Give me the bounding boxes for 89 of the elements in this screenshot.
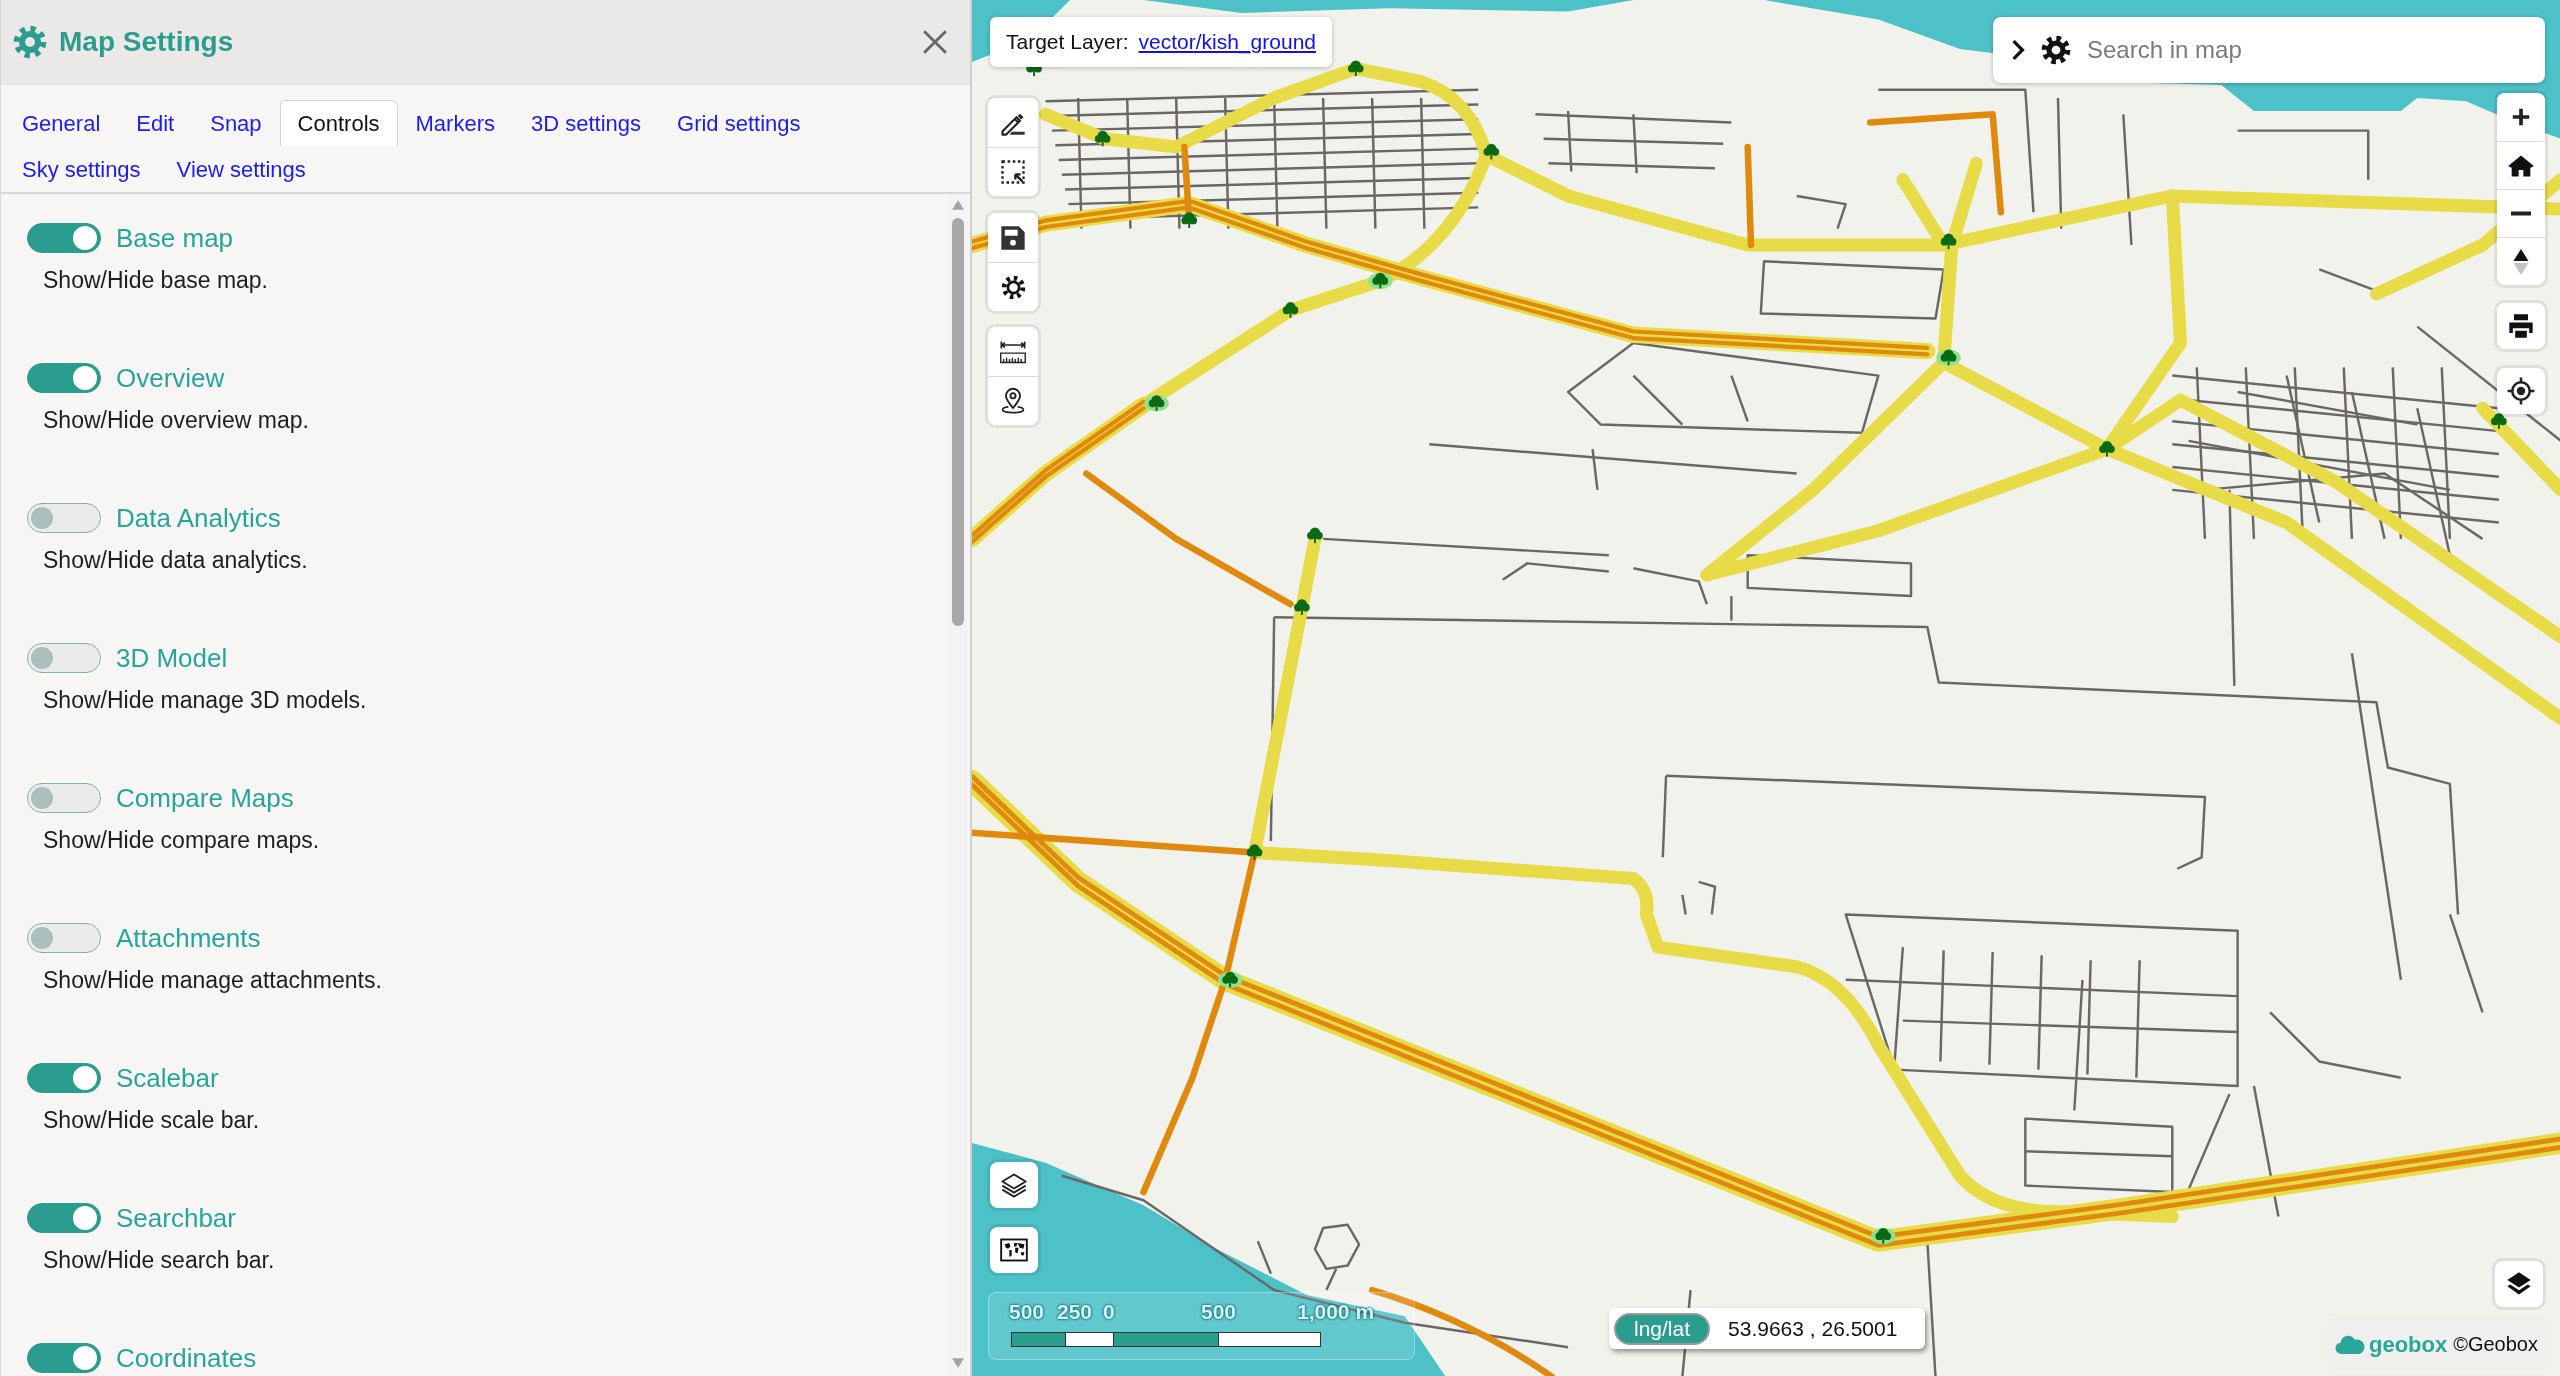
toggle-switch[interactable] <box>27 1203 101 1233</box>
toggle-switch[interactable] <box>27 643 101 673</box>
panel-title: Map Settings <box>59 25 235 59</box>
toggle-switch[interactable] <box>27 223 101 253</box>
search-input[interactable]: Search in map <box>2087 30 2533 70</box>
toggle-switch[interactable] <box>27 923 101 953</box>
toggle-description: Show/Hide overview map. <box>43 407 309 433</box>
scrollbar-thumb[interactable] <box>952 218 964 626</box>
layers-button[interactable] <box>990 1162 1038 1208</box>
tree-icon <box>1940 233 1957 250</box>
toggle-description: Show/Hide search bar. <box>43 1247 275 1273</box>
tree-icon <box>2099 440 2115 457</box>
tree-icon <box>2491 413 2507 429</box>
toggle-label: 3D Model <box>116 643 228 673</box>
scale-label: 500 <box>1201 1300 1237 1324</box>
logo-text: geobox <box>2368 1331 2448 1358</box>
crosshair-icon[interactable] <box>2507 377 2535 405</box>
tree-icon <box>1217 971 1243 988</box>
toggle-description: Show/Hide compare maps. <box>43 827 320 853</box>
tree-icon <box>1246 844 1263 860</box>
toggle-label: Attachments <box>116 923 261 953</box>
tab[interactable]: Snap <box>192 100 280 146</box>
map-pin-icon[interactable] <box>999 387 1027 415</box>
settings-icon[interactable] <box>2041 35 2071 65</box>
tree-icon <box>1871 1228 1896 1245</box>
target-layer-link[interactable]: vector/kish_ground <box>1138 30 1316 54</box>
coordinates-value: 53.9663 , 26.5001 <box>1728 1316 1898 1341</box>
tree-icon <box>1282 302 1299 318</box>
toggle-switch[interactable] <box>27 1343 101 1373</box>
settings-icon[interactable] <box>1000 274 1026 300</box>
tab[interactable]: Markers <box>397 100 513 146</box>
compass-button[interactable] <box>2497 237 2545 285</box>
basemap-button[interactable] <box>990 1227 1038 1273</box>
tab[interactable]: Grid settings <box>659 100 819 146</box>
world-map-icon[interactable] <box>1000 1236 1028 1264</box>
tab[interactable]: Controls <box>279 100 398 146</box>
search-field[interactable]: Search in map <box>1993 17 2545 83</box>
toggle-label: Scalebar <box>116 1063 219 1093</box>
toggle-description: Show/Hide manage 3D models. <box>43 687 367 713</box>
toggle-description: Show/Hide scale bar. <box>43 1107 260 1133</box>
toggle-label: Compare Maps <box>116 783 294 813</box>
tab[interactable]: View settings <box>158 146 324 192</box>
save-icon[interactable] <box>999 223 1027 252</box>
tree-icon <box>1094 130 1111 147</box>
tree-icon <box>1294 599 1310 615</box>
target-layer-label: Target Layer: <box>1006 30 1129 54</box>
settings-button[interactable] <box>988 262 1038 311</box>
tree-icon <box>1181 212 1198 228</box>
toggle-description: Show/Hide data analytics. <box>43 547 308 573</box>
close-icon[interactable] <box>922 29 948 55</box>
tree-icon <box>1307 527 1323 544</box>
toggle-switch[interactable] <box>27 363 101 393</box>
plus-icon[interactable] <box>2510 106 2532 128</box>
toggle-label: Base map <box>116 223 234 253</box>
toggle-switch[interactable] <box>27 1063 101 1093</box>
layers-icon[interactable] <box>1000 1171 1028 1199</box>
toggle-label: Searchbar <box>116 1203 236 1233</box>
printer-icon[interactable] <box>2507 312 2535 340</box>
tab[interactable]: General <box>4 100 119 146</box>
toggle-label: Data Analytics <box>116 503 281 533</box>
layer-switcher-button[interactable] <box>2495 1261 2543 1307</box>
tree-icon <box>1936 349 1961 366</box>
tab[interactable]: 3D settings <box>512 100 660 146</box>
minus-icon[interactable] <box>2509 211 2533 216</box>
print-button[interactable] <box>2497 303 2545 349</box>
scrollbar[interactable] <box>949 194 967 1376</box>
chevron-icon[interactable] <box>2011 39 2025 61</box>
cloud-icon <box>2334 1334 2365 1355</box>
tree-icon <box>1368 272 1393 290</box>
toggle-description: Show/Hide base map. <box>43 267 268 293</box>
toggle-switch[interactable] <box>27 503 101 533</box>
tree-icon <box>1483 143 1500 160</box>
toggle-label: Coordinates <box>116 1343 257 1373</box>
toggle-label: Overview <box>116 363 225 393</box>
toggle-switch[interactable] <box>27 783 101 813</box>
locate-button[interactable] <box>2497 368 2545 414</box>
tab[interactable]: Sky settings <box>4 146 159 192</box>
scale-label: 250 <box>1057 1300 1093 1324</box>
tree-icon <box>1347 60 1364 77</box>
location-button[interactable] <box>988 376 1038 425</box>
tree-icon <box>1144 395 1169 412</box>
settings-icon <box>13 25 47 59</box>
scale-label: 500 <box>1009 1300 1045 1324</box>
toggle-description: Show/Hide manage attachments. <box>43 967 382 993</box>
tab[interactable]: Edit <box>118 100 193 146</box>
selection-icon[interactable] <box>999 158 1027 186</box>
scale-label: 0 <box>1103 1300 1115 1324</box>
attribution-text: ©Geobox <box>2453 1333 2538 1356</box>
select-button[interactable] <box>988 147 1038 196</box>
